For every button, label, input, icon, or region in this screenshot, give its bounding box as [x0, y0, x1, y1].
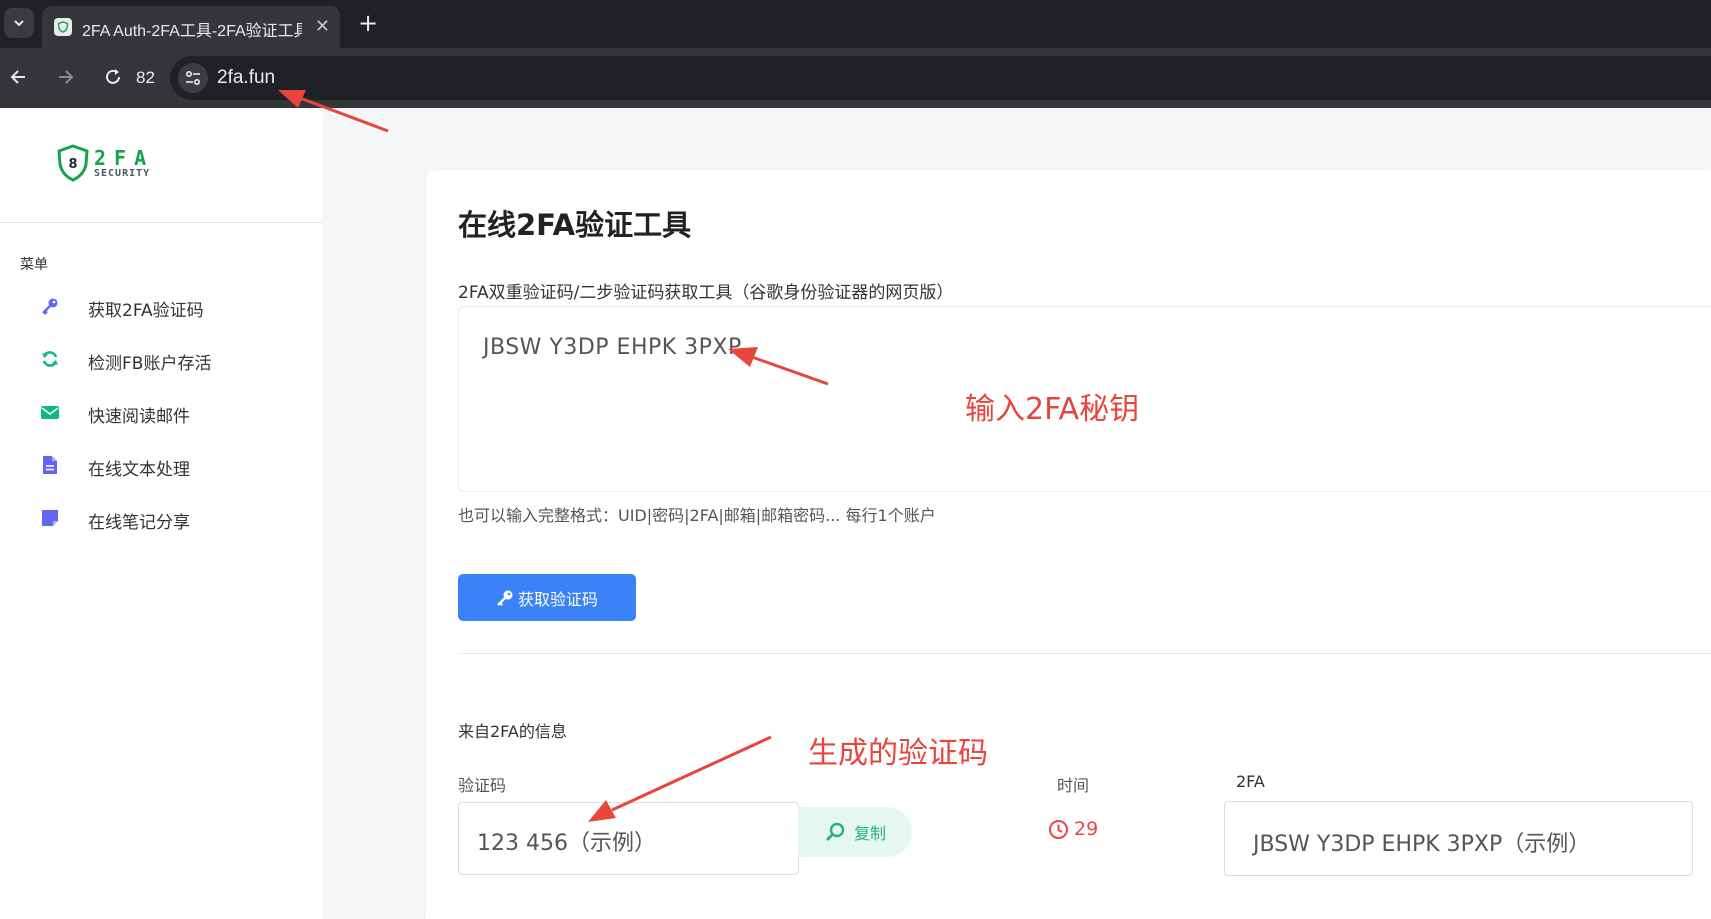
shield-logo-icon: 8 — [57, 144, 89, 182]
get-code-button-label: 获取验证码 — [517, 589, 598, 609]
arrow-left-icon — [10, 70, 25, 84]
copy-button[interactable]: 复制 — [798, 807, 912, 857]
copy-button-label: 复制 — [853, 824, 886, 843]
reload-icon — [106, 69, 120, 84]
logo-badge: 8 — [68, 157, 77, 172]
twofa-output-value: JBSW Y3DP EHPK 3PXP（示例） — [1253, 832, 1591, 857]
reload-button[interactable] — [98, 62, 128, 92]
code-label: 验证码 — [458, 776, 507, 795]
twofa-output[interactable]: JBSW Y3DP EHPK 3PXP（示例） — [1224, 801, 1693, 876]
section-divider — [458, 653, 1711, 654]
get-code-button[interactable]: 获取验证码 — [458, 574, 636, 621]
sidebar-item-get-code[interactable]: 获取2FA验证码 — [0, 284, 322, 328]
page-title: 在线2FA验证工具 — [458, 208, 692, 242]
secret-label: 2FA双重验证码/二步验证码获取工具（谷歌身份验证器的网页版） — [458, 283, 954, 303]
shield-favicon-icon — [54, 18, 72, 36]
secret-input-value: JBSW Y3DP EHPK 3PXP — [483, 335, 742, 360]
browser-toolbar: 82 2fa.fun — [0, 48, 1711, 108]
file-icon — [40, 455, 60, 475]
sidebar-item-text-tool[interactable]: 在线文本处理 — [0, 443, 322, 487]
note-icon — [40, 508, 60, 528]
code-output[interactable]: 123 456（示例） — [458, 802, 799, 875]
tab-close-icon[interactable]: ✕ — [315, 16, 330, 37]
time-label: 时间 — [1057, 776, 1090, 795]
key-icon — [497, 590, 513, 606]
new-tab-button[interactable]: + — [358, 9, 378, 37]
sidebar-divider — [0, 222, 322, 223]
address-bar[interactable]: 2fa.fun — [170, 56, 1711, 100]
search-icon — [825, 822, 845, 841]
browser-tab-bar: 2FA Auth-2FA工具-2FA验证工具 ✕ + — [0, 0, 1711, 48]
info-heading: 来自2FA的信息 — [458, 722, 567, 741]
logo-subtext: SECURITY — [94, 168, 151, 179]
chevron-down-icon — [14, 20, 24, 27]
logo[interactable]: 8 2FA SECURITY — [56, 144, 166, 184]
sidebar-item-label: 在线文本处理 — [88, 460, 190, 480]
reload-count: 82 — [136, 68, 155, 87]
logo-text: 2FA — [94, 146, 155, 170]
code-output-value: 123 456（示例） — [477, 831, 656, 856]
arrow-right-icon — [59, 70, 74, 84]
sidebar-item-check-fb[interactable]: 检测FB账户存活 — [0, 337, 322, 381]
timer: 29 — [1048, 818, 1098, 840]
sidebar-item-label: 在线笔记分享 — [88, 513, 190, 533]
envelope-icon — [40, 402, 60, 422]
back-button[interactable] — [4, 62, 34, 92]
browser-tab[interactable]: 2FA Auth-2FA工具-2FA验证工具 ✕ — [42, 6, 340, 48]
sidebar-item-notes[interactable]: 在线笔记分享 — [0, 496, 322, 540]
sidebar: 8 2FA SECURITY 菜单 获取2FA验证码 检测FB账户存活 快速阅读… — [0, 108, 322, 919]
url-text[interactable]: 2fa.fun — [217, 67, 275, 89]
main-card: 在线2FA验证工具 2FA双重验证码/二步验证码获取工具（谷歌身份验证器的网页版… — [426, 170, 1711, 919]
sidebar-item-label: 检测FB账户存活 — [88, 354, 212, 374]
refresh-icon — [40, 349, 60, 369]
sidebar-item-read-mail[interactable]: 快速阅读邮件 — [0, 390, 322, 434]
format-hint: 也可以输入完整格式：UID|密码|2FA|邮箱|邮箱密码... 每行1个账户 — [458, 506, 936, 525]
twofa-label: 2FA — [1236, 772, 1265, 791]
clock-icon — [1049, 819, 1068, 839]
key-icon — [40, 296, 60, 316]
annotation-input-secret: 输入2FA秘钥 — [965, 392, 1140, 427]
tab-title: 2FA Auth-2FA工具-2FA验证工具 — [82, 23, 302, 40]
site-info-button[interactable] — [178, 63, 208, 93]
menu-heading: 菜单 — [20, 257, 48, 273]
sidebar-item-label: 获取2FA验证码 — [88, 301, 204, 321]
tune-icon — [185, 70, 201, 86]
tab-search-button[interactable] — [4, 8, 34, 38]
annotation-generated-code: 生成的验证码 — [808, 736, 988, 771]
sidebar-item-label: 快速阅读邮件 — [88, 407, 190, 427]
forward-button[interactable] — [50, 62, 80, 92]
timer-value: 29 — [1074, 818, 1099, 840]
